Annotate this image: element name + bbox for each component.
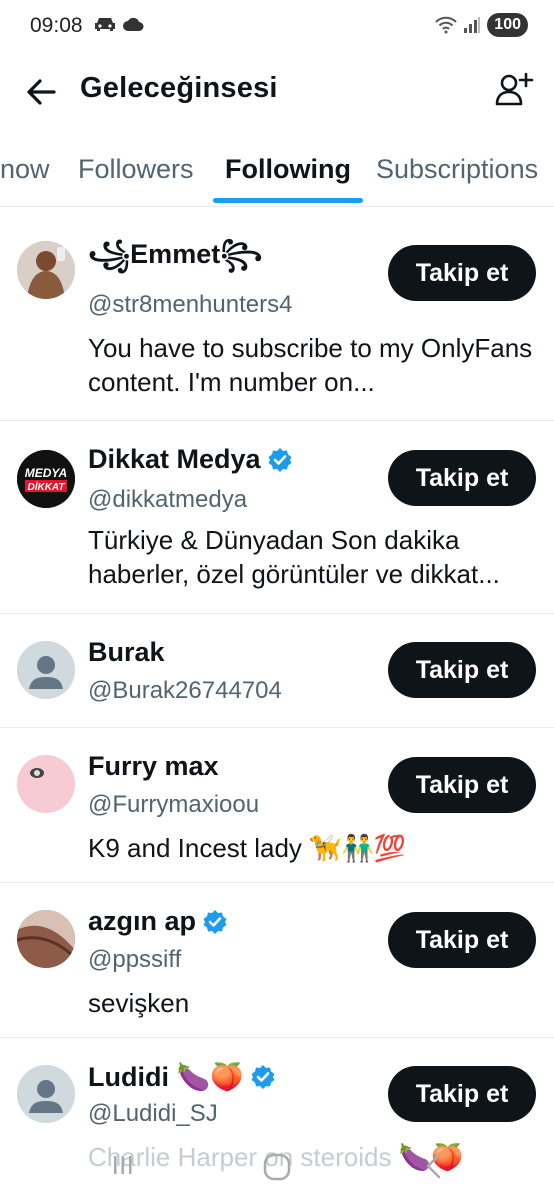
follow-button[interactable]: Takip et bbox=[388, 642, 536, 698]
user-name: Furry max bbox=[88, 751, 219, 782]
signal-icon bbox=[464, 17, 481, 33]
wifi-icon bbox=[435, 16, 458, 34]
user-name-text: Dikkat Medya bbox=[88, 444, 261, 474]
user-name-text: azgın ap bbox=[88, 906, 197, 936]
car-icon bbox=[95, 18, 115, 31]
user-handle: @Burak26744704 bbox=[88, 677, 282, 704]
cloud-icon bbox=[123, 17, 144, 31]
user-name: Dikkat Medya bbox=[88, 444, 293, 475]
list-item[interactable]: ꧁Emmet꧂ @str8menhunters4 You have to sub… bbox=[0, 207, 554, 421]
avatar[interactable] bbox=[17, 241, 75, 299]
user-handle: @Ludidi_SJ bbox=[88, 1100, 218, 1127]
add-user-icon[interactable] bbox=[494, 70, 534, 110]
user-bio: Türkiye & Dünyadan Son dakika haberler, … bbox=[88, 525, 500, 589]
status-right-icons: 100 bbox=[435, 13, 528, 37]
avatar-image bbox=[17, 241, 75, 299]
follow-button[interactable]: Takip et bbox=[388, 912, 536, 968]
page-title: Geleceğinsesi bbox=[80, 72, 278, 104]
home-icon[interactable] bbox=[262, 1152, 292, 1182]
user-bio: sevişken bbox=[88, 988, 190, 1018]
avatar-image bbox=[17, 910, 75, 968]
system-nav-bar bbox=[0, 1140, 554, 1200]
user-name-text: Furry max bbox=[88, 751, 219, 781]
verified-badge-icon bbox=[251, 1065, 275, 1089]
default-avatar-icon bbox=[17, 641, 75, 699]
follow-button[interactable]: Takip et bbox=[388, 757, 536, 813]
user-handle: @str8menhunters4 bbox=[88, 291, 293, 318]
user-bio: You have to subscribe to my OnlyFans con… bbox=[88, 333, 533, 397]
user-name-text: Burak bbox=[88, 637, 165, 667]
avatar[interactable] bbox=[17, 755, 75, 813]
avatar[interactable] bbox=[17, 641, 75, 699]
user-handle: @ppssiff bbox=[88, 946, 182, 973]
list-item[interactable]: MEDYA DİKKAT Dikkat Medya @dikkatmedya T… bbox=[0, 420, 554, 614]
user-handle: @Furrymaxioou bbox=[88, 791, 260, 818]
avatar[interactable]: MEDYA DİKKAT bbox=[17, 450, 75, 508]
user-name-text: ꧁Emmet꧂ bbox=[88, 239, 263, 269]
svg-text:DİKKAT: DİKKAT bbox=[27, 480, 65, 493]
avatar-image bbox=[17, 755, 75, 813]
user-name: ꧁Emmet꧂ bbox=[88, 233, 262, 288]
recent-apps-icon[interactable] bbox=[110, 1152, 136, 1178]
avatar[interactable] bbox=[17, 910, 75, 968]
follow-button[interactable]: Takip et bbox=[388, 450, 536, 506]
user-name-text: Ludidi 🍆🍑 bbox=[88, 1062, 244, 1092]
verified-badge-icon bbox=[268, 447, 292, 472]
list-item[interactable]: azgın ap @ppssiff sevişken Takip et bbox=[0, 882, 554, 1038]
status-bar: 09:08 100 bbox=[0, 0, 554, 52]
list-item[interactable]: Burak @Burak26744704 Takip et bbox=[0, 613, 554, 728]
avatar[interactable] bbox=[17, 1065, 75, 1123]
user-name: Burak bbox=[88, 637, 165, 668]
dikkat-medya-logo: MEDYA DİKKAT bbox=[17, 450, 75, 508]
status-time: 09:08 bbox=[30, 14, 83, 37]
tab-bar: now Followers Following Subscriptions bbox=[0, 140, 554, 207]
user-name: azgın ap bbox=[88, 906, 228, 937]
status-left-icons bbox=[94, 15, 144, 33]
follow-button[interactable]: Takip et bbox=[388, 245, 536, 301]
battery-indicator: 100 bbox=[487, 13, 528, 37]
tab-now[interactable]: now bbox=[0, 154, 50, 185]
active-tab-indicator bbox=[213, 198, 363, 203]
follow-button[interactable]: Takip et bbox=[388, 1066, 536, 1122]
tab-following[interactable]: Following bbox=[225, 154, 351, 185]
back-nav-icon[interactable] bbox=[422, 1152, 446, 1180]
list-item[interactable]: Furry max @Furrymaxioou K9 and Incest la… bbox=[0, 727, 554, 883]
header: Geleceğinsesi bbox=[0, 52, 554, 130]
user-name: Ludidi 🍆🍑 bbox=[88, 1061, 276, 1093]
user-bio: K9 and Incest lady 🦮👬💯 bbox=[88, 833, 407, 863]
svg-text:MEDYA: MEDYA bbox=[25, 466, 67, 480]
back-arrow-icon[interactable] bbox=[22, 72, 62, 112]
user-handle: @dikkatmedya bbox=[88, 486, 248, 513]
tab-followers[interactable]: Followers bbox=[78, 154, 194, 185]
tab-subscriptions[interactable]: Subscriptions bbox=[376, 154, 538, 185]
default-avatar-icon bbox=[17, 1065, 75, 1123]
verified-badge-icon bbox=[203, 909, 227, 934]
